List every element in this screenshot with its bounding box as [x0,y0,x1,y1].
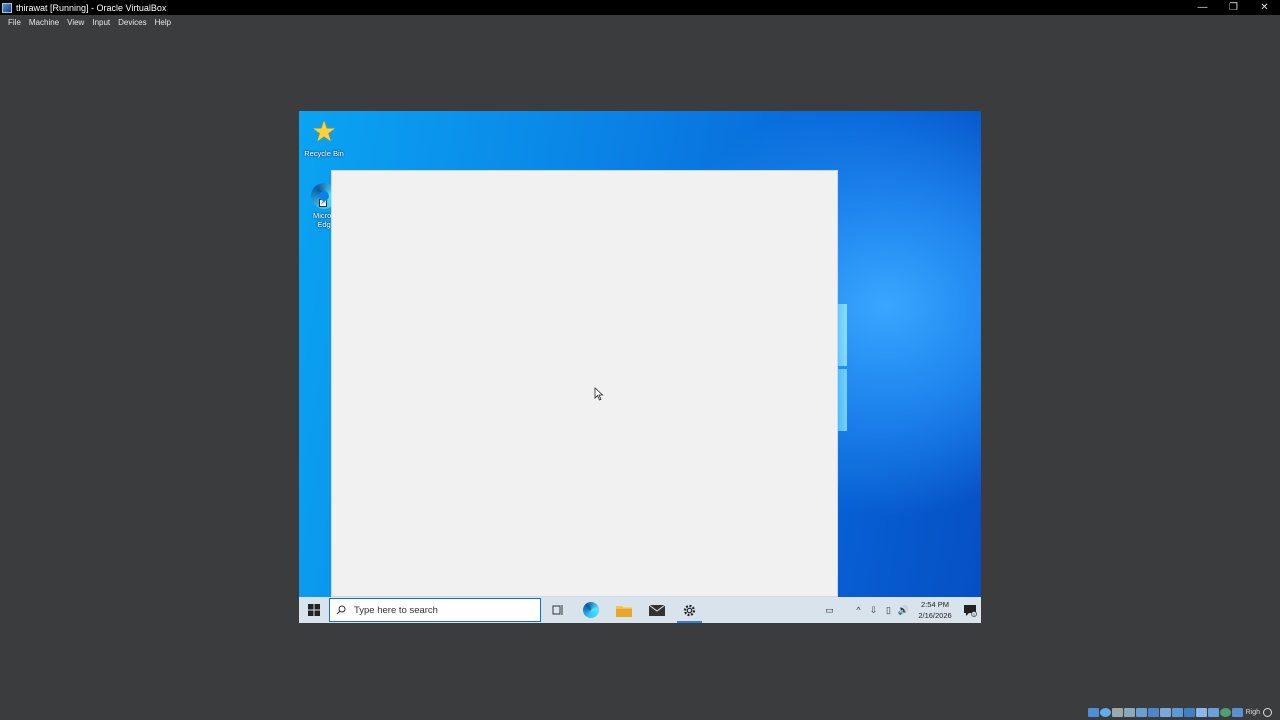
menu-file[interactable]: File [4,18,25,27]
edge-taskbar-button[interactable] [574,597,607,623]
start-button[interactable] [299,597,329,623]
vbox-status-bar: Righ [1087,706,1272,719]
wallpaper-light-pane [837,369,847,431]
vbox-menubar: File Machine View Input Devices Help [0,15,1280,30]
mail-taskbar-button[interactable] [640,597,673,623]
file-explorer-taskbar-button[interactable] [607,597,640,623]
hard-disk-status-icon[interactable] [1087,708,1099,717]
edge-icon [582,602,599,618]
wallpaper-light-pane [837,304,847,366]
optical-drive-status-icon[interactable] [1099,708,1111,717]
mail-icon [648,604,665,616]
keyboard-status-icon[interactable] [1207,708,1219,717]
shared-folders-status-icon[interactable] [1147,708,1159,717]
network-icon[interactable]: ▯ [881,605,896,616]
task-view-icon [552,605,562,615]
blank-app-window[interactable] [331,170,838,597]
recording-status-icon[interactable] [1171,708,1183,717]
window-title: thirawat [Running] - Oracle VirtualBox [16,2,167,13]
volume-icon[interactable]: 🔊 [896,605,911,616]
mouse-cursor-icon [594,387,604,401]
host-key-icon [1263,708,1272,717]
close-button[interactable]: ✕ [1249,0,1280,15]
menu-devices[interactable]: Devices [114,18,150,27]
usb-icon[interactable]: ⇩ [866,605,881,616]
cpu-status-icon[interactable] [1183,708,1195,717]
guest-additions-status-icon[interactable] [1219,708,1231,717]
shortcut-arrow-icon: ↗ [319,199,327,207]
windows-logo-icon [308,604,320,616]
vbox-titlebar: thirawat [Running] - Oracle VirtualBox —… [0,0,1280,15]
action-center-button[interactable]: 1 [959,597,981,623]
network-status-icon[interactable] [1123,708,1135,717]
taskbar-search-box[interactable]: Type here to search [329,598,541,622]
minimize-button[interactable]: — [1187,0,1218,15]
clock-date: 2/16/2026 [918,611,952,620]
mouse-integration-status-icon[interactable] [1195,708,1207,717]
show-hidden-icons-chevron-icon[interactable]: ^ [851,605,866,615]
menu-machine[interactable]: Machine [25,18,63,27]
vm-display[interactable]: ★ Recycle Bin ↗ Micros Edg Type here to … [299,111,981,623]
restore-button[interactable]: ❐ [1218,0,1249,15]
taskbar: Type here to search ▭ ^ ⇩ ▯ 🔊 2:54 PM 2/… [299,597,981,623]
display-status-icon[interactable] [1159,708,1171,717]
desktop-icon-label: Recycle Bin [304,149,344,158]
notification-icon: 1 [964,604,977,617]
clock-time: 2:54 PM [921,600,949,609]
settings-icon [683,604,696,616]
input-indicator-icon[interactable]: ▭ [822,605,837,616]
virtualbox-icon [2,2,12,13]
menu-view[interactable]: View [63,18,88,27]
audio-status-icon[interactable] [1111,708,1123,717]
usb-status-icon[interactable] [1135,708,1147,717]
search-placeholder: Type here to search [354,604,438,616]
search-icon [336,605,346,615]
settings-taskbar-button[interactable] [673,597,706,623]
recycle-bin-icon: ★ [311,116,337,147]
host-key-label: Righ [1245,709,1260,716]
capture-status-icon[interactable] [1231,708,1243,717]
file-explorer-icon [615,605,632,617]
menu-input[interactable]: Input [88,18,114,27]
menu-help[interactable]: Help [151,18,175,27]
taskbar-clock[interactable]: 2:54 PM 2/16/2026 [915,599,955,621]
task-view-button[interactable] [541,597,574,623]
desktop-icon-recycle-bin[interactable]: ★ Recycle Bin [299,115,352,158]
system-tray: ▭ ^ ⇩ ▯ 🔊 2:54 PM 2/16/2026 1 [822,597,981,623]
